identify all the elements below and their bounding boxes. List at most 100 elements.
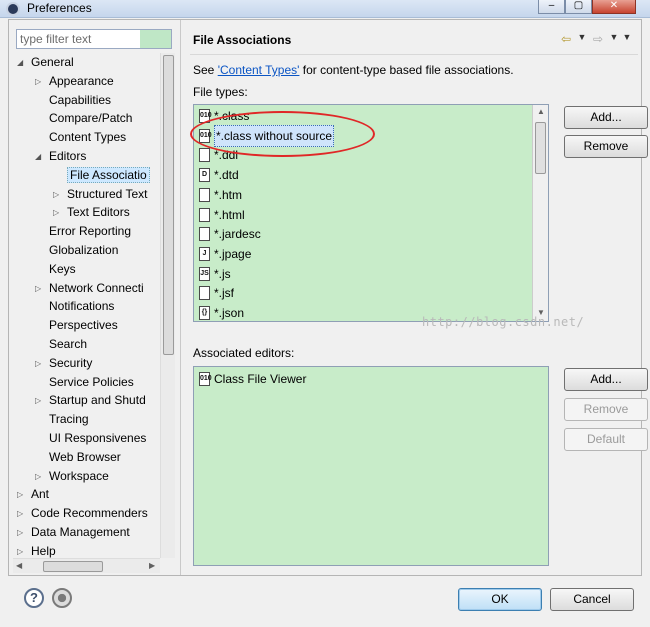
minimize-button[interactable]: – <box>538 0 565 14</box>
collapsed-chevron-icon[interactable]: ▷ <box>35 77 43 87</box>
filter-input[interactable]: type filter text <box>16 29 172 49</box>
tree-item-label: Data Management <box>31 525 130 539</box>
maximize-button[interactable]: ▢ <box>565 0 592 14</box>
content-types-link[interactable]: 'Content Types' <box>218 63 300 77</box>
tree-item[interactable]: File Associatio <box>67 166 150 184</box>
collapsed-chevron-icon[interactable]: ▷ <box>53 208 61 218</box>
file-type-icon: D <box>199 168 210 183</box>
tree-item[interactable]: Globalization <box>49 241 118 259</box>
expanded-chevron-icon[interactable]: ◢ <box>35 152 43 162</box>
file-type-label: *.json <box>214 306 245 320</box>
tree-item[interactable]: ◢ Editors <box>35 147 86 165</box>
view-menu-icon[interactable]: ▼ <box>622 32 632 46</box>
file-type-row[interactable]: J *.jpage <box>199 244 251 264</box>
collapsed-chevron-icon[interactable]: ▷ <box>17 547 25 557</box>
remove-file-type-button[interactable]: Remove <box>564 135 648 158</box>
record-macro-icon[interactable] <box>52 588 72 608</box>
file-type-label: *.jardesc <box>214 227 261 242</box>
collapsed-chevron-icon[interactable]: ▷ <box>17 528 25 538</box>
expanded-chevron-icon[interactable]: ◢ <box>17 58 25 68</box>
preferences-tree: ◢ General ▷ Appearance Capabilities Compare/P… <box>13 53 159 558</box>
file-type-icon: J <box>199 246 210 261</box>
cancel-button[interactable]: Cancel <box>550 588 634 611</box>
tree-item[interactable]: ▷ Code Recommenders <box>17 504 148 522</box>
file-types-scroll-thumb[interactable] <box>535 122 546 174</box>
tree-scroll-thumb[interactable] <box>163 55 174 355</box>
collapsed-chevron-icon[interactable]: ▷ <box>35 472 43 482</box>
tree-item[interactable]: Web Browser <box>49 448 121 466</box>
tree-item[interactable]: Perspectives <box>49 316 118 334</box>
back-history-chevron-icon[interactable]: ▼ <box>577 32 587 46</box>
tree-item[interactable]: ▷ Appearance <box>35 72 114 90</box>
tree-item[interactable]: Search <box>49 335 87 353</box>
tree-item[interactable]: ▷ Workspace <box>35 467 109 485</box>
window-controls: – ▢ ✕ <box>538 0 636 14</box>
tree-item[interactable]: ▷ Ant <box>17 485 50 503</box>
tree-item[interactable]: Service Policies <box>49 373 134 391</box>
forward-arrow-icon[interactable]: ⇨ <box>590 32 606 46</box>
collapsed-chevron-icon[interactable]: ▷ <box>17 490 25 500</box>
file-type-row[interactable]: *.jsf <box>199 283 234 303</box>
help-icon[interactable]: ? <box>24 588 44 608</box>
file-type-label: *.js <box>214 266 231 281</box>
close-button[interactable]: ✕ <box>592 0 636 14</box>
app-icon <box>6 2 20 16</box>
collapsed-chevron-icon[interactable]: ▷ <box>35 359 43 369</box>
tree-item[interactable]: Content Types <box>49 128 126 146</box>
tree-item[interactable]: ▷ Startup and Shutd <box>35 391 146 409</box>
tree-item-label: Appearance <box>49 73 114 88</box>
file-type-row[interactable]: *.htm <box>199 185 242 205</box>
tree-item[interactable]: Error Reporting <box>49 222 131 240</box>
forward-history-chevron-icon[interactable]: ▼ <box>609 32 619 46</box>
collapsed-chevron-icon[interactable]: ▷ <box>35 396 43 406</box>
file-type-row[interactable]: D *.dtd <box>199 165 239 185</box>
tree-hscroll-thumb[interactable] <box>43 561 103 572</box>
tree-item-label: Tracing <box>49 412 89 427</box>
title-bar: Preferences – ▢ ✕ <box>0 0 650 18</box>
tree-item[interactable]: ▷ Network Connecti <box>35 279 144 297</box>
tree-item-label: Keys <box>49 261 76 276</box>
scroll-right-icon[interactable]: ▶ <box>149 561 155 570</box>
file-type-icon <box>199 187 210 202</box>
page-title: File Associations <box>193 33 292 47</box>
tree-item[interactable]: UI Responsivenes <box>49 429 146 447</box>
tree-item[interactable]: Capabilities <box>49 91 111 109</box>
tree-item[interactable]: ▷ Security <box>35 354 92 372</box>
tree-item[interactable]: ▷ Structured Text <box>53 185 147 203</box>
default-editor-button[interactable]: Default <box>564 428 648 451</box>
back-arrow-icon[interactable]: ⇦ <box>558 32 574 46</box>
add-file-type-button[interactable]: Add... <box>564 106 648 129</box>
file-type-row[interactable]: *.html <box>199 205 245 225</box>
tree-item[interactable]: ◢ General <box>17 53 74 71</box>
tree-item-label: Ant <box>31 487 50 502</box>
file-type-row[interactable]: *.jardesc <box>199 224 261 244</box>
tree-item[interactable]: Keys <box>49 260 76 278</box>
remove-editor-button[interactable]: Remove <box>564 398 648 421</box>
tree-item-label: Workspace <box>49 468 109 483</box>
tree-horizontal-scrollbar[interactable]: ◀ ▶ <box>13 558 160 573</box>
tree-item[interactable]: Compare/Patch <box>49 109 132 127</box>
file-type-icon <box>199 207 210 222</box>
tree-item[interactable]: ▷ Data Management <box>17 523 130 541</box>
scroll-up-icon[interactable]: ▲ <box>537 107 545 116</box>
file-type-row[interactable]: {} *.json <box>199 303 245 321</box>
add-editor-button[interactable]: Add... <box>564 368 648 391</box>
editor-row[interactable]: 010 Class File Viewer <box>199 369 306 389</box>
tree-item[interactable]: Notifications <box>49 297 114 315</box>
file-types-scrollbar[interactable]: ▲ ▼ <box>532 105 548 321</box>
hint-prefix: See <box>193 63 218 77</box>
scroll-left-icon[interactable]: ◀ <box>16 561 22 570</box>
tree-vertical-scrollbar[interactable] <box>160 53 175 558</box>
preferences-tree-panel: type filter text ◢ General ▷ Appearance Capa… <box>9 20 181 575</box>
associated-editors-list[interactable]: 010 Class File Viewer <box>193 366 549 566</box>
content-types-hint: See 'Content Types' for content-type bas… <box>193 63 514 77</box>
tree-item[interactable]: ▷ Text Editors <box>53 203 130 221</box>
ok-button[interactable]: OK <box>458 588 542 611</box>
collapsed-chevron-icon[interactable]: ▷ <box>53 190 61 200</box>
tree-item[interactable]: ▷ Help <box>17 542 56 558</box>
file-type-label: *.jpage <box>214 246 252 261</box>
collapsed-chevron-icon[interactable]: ▷ <box>35 284 43 294</box>
collapsed-chevron-icon[interactable]: ▷ <box>17 509 25 519</box>
tree-item[interactable]: Tracing <box>49 410 89 428</box>
file-type-row[interactable]: JS *.js <box>199 264 231 284</box>
